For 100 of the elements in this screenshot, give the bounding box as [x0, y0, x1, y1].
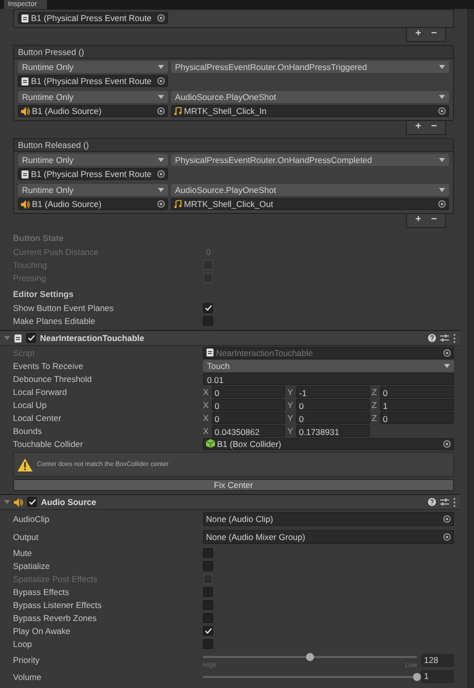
add-button[interactable]: + [413, 122, 424, 132]
object-field[interactable]: B1 (Physical Press Event Route [18, 12, 168, 24]
checkbox[interactable] [203, 302, 213, 312]
number-field[interactable]: 0 [296, 412, 370, 424]
section-title: Editor Settings [13, 288, 74, 301]
runtime-dropdown[interactable]: Runtime Only [18, 154, 168, 166]
function-dropdown[interactable]: AudioSource.PlayOneShot [171, 184, 449, 196]
script-icon [21, 14, 29, 22]
number-field[interactable]: -1 [296, 386, 370, 398]
more-options-icon[interactable] [453, 334, 456, 342]
field-label: Local Center [13, 412, 62, 422]
fix-center-button[interactable]: Fix Center [13, 479, 454, 491]
number-field[interactable]: 0 [296, 398, 370, 410]
field-label: Bypass Reverb Zones [13, 612, 98, 622]
checkmark-icon [204, 304, 212, 310]
sliders-icon[interactable] [440, 498, 449, 506]
runtime-dropdown[interactable]: Runtime Only [18, 61, 168, 73]
object-field[interactable]: MRTK_Shell_Click_Out [171, 198, 449, 210]
object-field[interactable]: B1 (Box Collider) [203, 438, 454, 450]
checkmark-icon [28, 499, 36, 505]
remove-button[interactable]: − [429, 29, 439, 39]
axis-label: Y [287, 386, 293, 396]
object-picker-icon[interactable] [438, 107, 446, 115]
remove-button[interactable]: − [429, 215, 439, 225]
number-field[interactable]: 0 [380, 386, 454, 398]
runtime-dropdown[interactable]: Runtime Only [18, 184, 168, 196]
number-field[interactable]: 0 [380, 412, 454, 424]
script-icon [21, 170, 29, 178]
checkbox[interactable] [203, 626, 213, 636]
object-picker-icon[interactable] [438, 200, 446, 208]
object-picker-icon[interactable] [157, 14, 165, 22]
checkbox[interactable] [203, 600, 213, 610]
dropdown-arrow-icon [439, 95, 445, 99]
add-button[interactable]: + [413, 215, 424, 225]
axis-label: X [203, 412, 209, 422]
help-icon[interactable] [428, 334, 436, 342]
checkmark-icon [204, 628, 212, 634]
object-field[interactable]: B1 (Physical Press Event Route [18, 168, 168, 180]
help-icon[interactable] [428, 498, 436, 506]
slider-thumb[interactable] [413, 672, 421, 680]
dropdown-arrow-icon [158, 158, 164, 162]
music-note-icon [174, 107, 182, 115]
dropdown-arrow-icon [158, 95, 164, 99]
foldout-arrow-icon[interactable] [4, 499, 10, 505]
event-title: Button Pressed () [14, 46, 453, 59]
checkbox[interactable] [203, 560, 213, 570]
field-label: Spatialize [13, 560, 51, 570]
enabled-checkbox[interactable] [27, 497, 37, 507]
number-field[interactable]: 0 [212, 386, 286, 398]
number-field[interactable]: 1 [421, 670, 454, 683]
object-field[interactable]: B1 (Physical Press Event Route [18, 75, 168, 87]
checkbox[interactable] [203, 548, 213, 558]
number-field[interactable]: 1 [380, 398, 454, 410]
object-picker-icon[interactable] [157, 170, 165, 178]
object-field[interactable]: None (Audio Clip) [203, 512, 454, 526]
axis-label: Z [372, 386, 377, 396]
object-picker-icon[interactable] [157, 77, 165, 85]
function-dropdown[interactable]: AudioSource.PlayOneShot [171, 91, 449, 103]
object-picker-icon[interactable] [443, 515, 451, 523]
field-label: Events To Receive [13, 360, 84, 370]
runtime-dropdown[interactable]: Runtime Only [18, 91, 168, 103]
object-picker-icon[interactable] [443, 440, 451, 448]
checkmark-icon [28, 335, 34, 341]
text-field[interactable]: 0.01 [203, 372, 454, 384]
foldout-arrow-icon[interactable] [4, 335, 10, 341]
function-dropdown[interactable]: PhysicalPressEventRouter.OnHandPressCompleted [171, 154, 449, 166]
dropdown[interactable]: Touch [203, 360, 454, 372]
sliders-icon[interactable] [440, 334, 449, 342]
number-field[interactable]: 0.1738931 [296, 424, 370, 436]
add-button[interactable]: + [413, 29, 424, 39]
slider-thumb[interactable] [306, 652, 314, 660]
number-field[interactable]: 0 [212, 398, 286, 410]
object-field[interactable]: None (Audio Mixer Group) [203, 530, 454, 544]
number-field[interactable]: 128 [421, 654, 454, 666]
enabled-checkbox[interactable] [26, 333, 36, 343]
function-dropdown[interactable]: PhysicalPressEventRouter.OnHandPressTriggered [171, 61, 449, 73]
object-field[interactable]: B1 (Audio Source) [18, 105, 168, 117]
dropdown-arrow-icon [439, 158, 445, 162]
checkbox[interactable] [203, 638, 213, 648]
object-field[interactable]: MRTK_Shell_Click_In [171, 105, 449, 117]
slider-track[interactable] [203, 652, 417, 662]
number-field[interactable]: 0 [212, 412, 286, 424]
remove-button[interactable]: − [429, 122, 439, 132]
number-field[interactable]: 0.04350862 [212, 424, 286, 436]
object-picker-icon[interactable] [157, 200, 165, 208]
field-label: Debounce Threshold [13, 374, 93, 384]
object-field[interactable]: B1 (Audio Source) [18, 198, 168, 210]
checkbox[interactable] [203, 316, 213, 326]
checkbox[interactable] [203, 612, 213, 622]
field-label: Mute [13, 548, 33, 558]
checkbox[interactable] [203, 586, 213, 596]
field-label: Play On Awake [13, 626, 72, 636]
speaker-icon [21, 106, 30, 116]
axis-label: Z [372, 412, 377, 422]
component-header[interactable]: Audio Source [0, 494, 460, 510]
object-picker-icon[interactable] [157, 107, 165, 115]
more-options-icon[interactable] [453, 498, 456, 506]
component-header[interactable]: NearInteractionTouchable [0, 330, 460, 346]
object-picker-icon[interactable] [443, 533, 451, 541]
field-label: Loop [13, 638, 33, 648]
